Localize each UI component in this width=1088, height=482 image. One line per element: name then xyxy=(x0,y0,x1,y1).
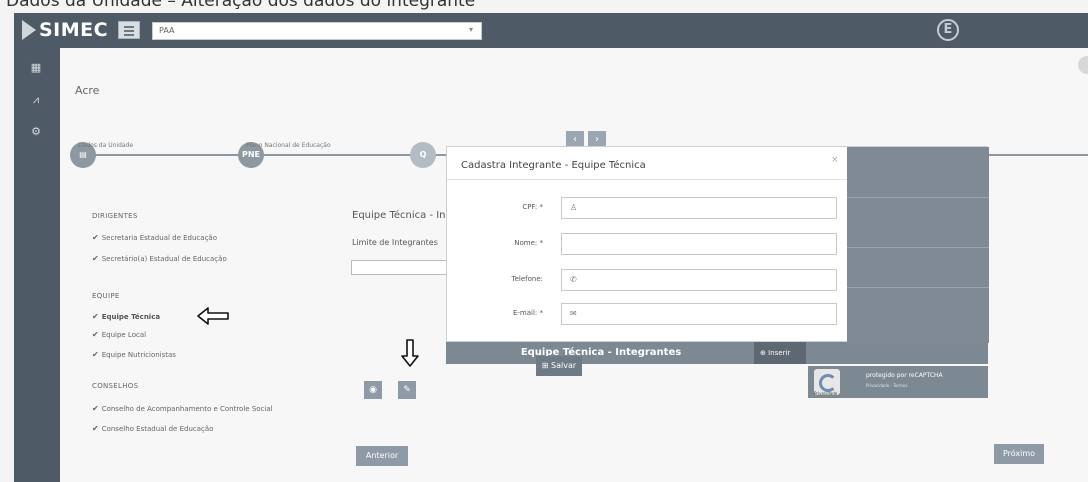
page-caption: Dados da Unidade – Alteração dos dados d… xyxy=(6,0,476,11)
left-rail: ▦ ⩘ ⚙ xyxy=(14,48,60,482)
step-q[interactable]: Q xyxy=(410,142,436,168)
side-item-equipe-local[interactable]: ✔ Equipe Local xyxy=(92,330,146,339)
grid-header-bar: Equipe Técnica - Integrantes ⊕ Inserir xyxy=(446,342,988,364)
group-title-equipe: EQUIPE xyxy=(92,292,120,300)
previous-button[interactable]: Anterior xyxy=(356,446,408,466)
phone-label: Telefone: xyxy=(511,275,544,283)
program-select[interactable]: PAA ▾ xyxy=(152,22,482,40)
recaptcha-logo-label: Privacidade xyxy=(814,391,838,396)
section-title: Equipe Técnica - In xyxy=(352,210,446,221)
side-item-equipe-nutricionistas[interactable]: ✔ Equipe Nutricionistas xyxy=(92,350,176,359)
cpf-label: CPF: * xyxy=(522,203,543,211)
chart-icon[interactable]: ⩘ xyxy=(28,92,44,108)
recaptcha-badge[interactable]: Privacidade protegido por reCAPTCHA Priv… xyxy=(808,366,988,398)
side-item-secretario[interactable]: ✔ Secretário(a) Estadual de Educação xyxy=(92,254,227,263)
divider xyxy=(847,247,989,248)
annotation-arrow-down-icon xyxy=(401,339,419,367)
name-label: Nome: * xyxy=(514,239,543,247)
brand-icon: E xyxy=(937,19,959,41)
check-icon: ✔ xyxy=(92,233,99,242)
modal-title: Cadastra Integrante - Equipe Técnica xyxy=(461,160,646,171)
modal-backdrop-panel xyxy=(847,147,989,343)
phone-icon: ✆ xyxy=(570,275,577,284)
annotation-arrow-left-icon xyxy=(197,307,229,325)
check-icon: ✔ xyxy=(92,424,99,433)
step-label-2: Plano Nacional de Educação xyxy=(246,142,331,149)
envelope-icon: ✉ xyxy=(570,309,577,318)
check-icon: ✔ xyxy=(92,404,99,413)
dashboard-icon[interactable]: ▦ xyxy=(28,60,44,76)
group-title-conselhos: CONSELHOS xyxy=(92,382,139,390)
side-item-conselho-acompanhamento[interactable]: ✔ Conselho de Acompanhamento e Controle S… xyxy=(92,404,273,413)
top-bar: SIMEC PAA ▾ E xyxy=(14,13,1088,48)
close-icon[interactable]: × xyxy=(831,155,839,165)
save-button[interactable]: ⊞ Salvar xyxy=(536,356,582,376)
step-label-1: Dados da Unidade xyxy=(78,142,134,149)
cadastro-modal: Cadastra Integrante - Equipe Técnica × C… xyxy=(446,146,989,343)
edit-button[interactable]: ✎ xyxy=(398,381,416,399)
divider xyxy=(847,287,989,288)
limit-label: Limite de Integrantes xyxy=(352,238,438,247)
view-button[interactable]: ◉ xyxy=(364,381,382,399)
next-button[interactable]: Próximo xyxy=(994,444,1044,464)
email-field[interactable]: ✉ xyxy=(561,303,837,325)
side-item-conselho-estadual[interactable]: ✔ Conselho Estadual de Educação xyxy=(92,424,213,433)
logo-arrow-icon xyxy=(22,20,36,40)
check-icon: ✔ xyxy=(92,350,99,359)
simec-logo[interactable]: SIMEC xyxy=(22,19,108,41)
grid-title: Equipe Técnica - Integrantes xyxy=(520,347,682,358)
divider xyxy=(847,197,989,198)
logo-text: SIMEC xyxy=(39,19,109,41)
state-title: Acre xyxy=(75,84,100,97)
group-title-dirigentes: DIRIGENTES xyxy=(92,212,138,220)
pencil-icon: ✎ xyxy=(403,385,411,395)
scroll-knob[interactable] xyxy=(1078,56,1088,74)
side-item-equipe-tecnica[interactable]: ✔ Equipe Técnica xyxy=(92,312,160,321)
check-icon: ✔ xyxy=(92,312,99,321)
menu-toggle-button[interactable] xyxy=(118,21,140,39)
eye-icon: ◉ xyxy=(369,385,377,395)
check-icon: ✔ xyxy=(92,330,99,339)
settings-icon[interactable]: ⚙ xyxy=(28,124,44,140)
limit-input[interactable] xyxy=(351,260,447,275)
recaptcha-text: protegido por reCAPTCHA xyxy=(866,372,943,379)
name-field[interactable] xyxy=(561,233,837,255)
check-icon: ✔ xyxy=(92,254,99,263)
chevron-down-icon: ▾ xyxy=(468,25,473,34)
document-icon: ▤ xyxy=(79,150,87,159)
program-select-value: PAA xyxy=(159,26,175,35)
insert-button[interactable]: ⊕ Inserir xyxy=(754,342,806,364)
recaptcha-links[interactable]: Privacidade - Termos xyxy=(866,383,907,388)
recaptcha-icon: Privacidade xyxy=(814,369,840,396)
side-item-secretaria[interactable]: ✔ Secretaria Estadual de Educação xyxy=(92,233,217,242)
email-label: E-mail: * xyxy=(512,309,543,317)
cpf-field[interactable]: ♙ xyxy=(561,197,837,219)
phone-field[interactable]: ✆ xyxy=(561,269,837,291)
modal-divider xyxy=(447,179,847,180)
user-icon: ♙ xyxy=(570,203,578,212)
plus-icon: ⊕ xyxy=(760,349,766,357)
save-icon: ⊞ xyxy=(541,361,549,370)
